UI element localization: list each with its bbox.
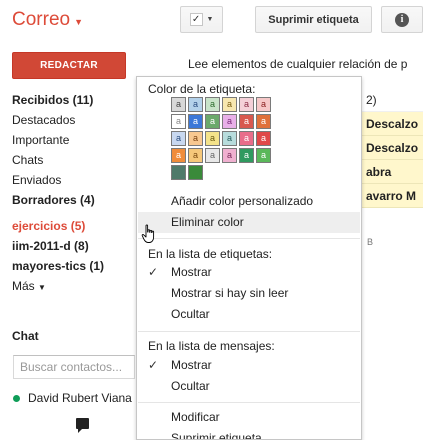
- checkmark-icon: ✓: [148, 358, 159, 372]
- message-row[interactable]: avarro M: [362, 184, 423, 208]
- color-swatch[interactable]: a: [188, 148, 203, 163]
- option-label: Mostrar: [171, 265, 212, 279]
- edit-label-item[interactable]: Modificar: [138, 407, 360, 428]
- sidebar-item-inbox[interactable]: Recibidos (11): [12, 90, 137, 110]
- sidebar-item-sent[interactable]: Enviados: [12, 170, 137, 190]
- online-status-icon: [13, 394, 20, 402]
- color-swatch[interactable]: a: [205, 114, 220, 129]
- color-swatch[interactable]: a: [256, 114, 271, 129]
- label-list-header: En la lista de etiquetas:: [148, 247, 273, 261]
- color-swatch[interactable]: a: [239, 131, 254, 146]
- hand-cursor-icon: [141, 224, 155, 243]
- color-swatch[interactable]: a: [239, 114, 254, 129]
- color-swatch[interactable]: a: [188, 131, 203, 146]
- chevron-down-icon: ▼: [74, 16, 83, 27]
- color-swatch[interactable]: a: [188, 114, 203, 129]
- sidebar-item-drafts[interactable]: Borradores (4): [12, 190, 137, 210]
- select-all-checkbox-button[interactable]: ✓ ▼: [180, 6, 223, 33]
- sidebar-item-important[interactable]: Importante: [12, 130, 137, 150]
- color-swatch-row: aaaaaa: [171, 148, 273, 163]
- sidebar-item-mayores-tics[interactable]: mayores-tics (1): [12, 256, 137, 276]
- checkmark-icon: ✓: [148, 265, 159, 279]
- menu-divider: [138, 238, 360, 239]
- more-label: Más: [12, 279, 35, 293]
- color-swatch[interactable]: a: [256, 148, 271, 163]
- label-list-hide-item[interactable]: Ocultar: [138, 304, 360, 325]
- color-swatch[interactable]: a: [188, 97, 203, 112]
- color-swatch-row: [171, 165, 205, 180]
- info-icon: i: [395, 12, 409, 27]
- message-list-hide-item[interactable]: Ocultar: [138, 376, 360, 397]
- sidebar-item-more[interactable]: Más ▼: [12, 276, 137, 296]
- color-swatch[interactable]: a: [239, 148, 254, 163]
- color-swatch[interactable]: a: [222, 148, 237, 163]
- chevron-down-icon: ▼: [206, 16, 214, 23]
- chevron-down-icon: ▼: [38, 283, 46, 292]
- color-swatch[interactable]: a: [256, 97, 271, 112]
- label-list-show-unread-item[interactable]: Mostrar si hay sin leer: [138, 283, 360, 304]
- color-swatch[interactable]: a: [239, 97, 254, 112]
- message-row[interactable]: 2): [362, 88, 423, 112]
- color-swatch-row: aaaaaa: [171, 97, 273, 112]
- color-swatch[interactable]: a: [171, 131, 186, 146]
- message-snippet: B: [367, 237, 374, 247]
- chat-title: Chat: [12, 329, 39, 343]
- label-options-menu: Color de la etiqueta: aaaaaaaaaaaaaaaaaa…: [136, 76, 362, 440]
- message-list-header: En la lista de mensajes:: [148, 339, 275, 353]
- color-swatch-row: aaaaaa: [171, 114, 273, 129]
- color-swatch[interactable]: [188, 165, 203, 180]
- sidebar-item-ejercicios[interactable]: ejercicios (5): [12, 216, 137, 236]
- message-row[interactable]: Descalzo: [362, 112, 423, 136]
- color-swatch[interactable]: a: [171, 114, 186, 129]
- sidebar-item-starred[interactable]: Destacados: [12, 110, 137, 130]
- color-swatch[interactable]: a: [256, 131, 271, 146]
- label-description: Lee elementos de cualquier relación de p: [188, 57, 408, 71]
- option-label: Mostrar: [171, 358, 212, 372]
- message-list-show-item[interactable]: ✓ Mostrar: [138, 355, 360, 376]
- brand-label: Correo: [12, 9, 71, 30]
- menu-divider: [138, 331, 360, 332]
- contact-name: David Rubert Viana: [28, 391, 132, 405]
- color-swatch[interactable]: a: [205, 97, 220, 112]
- color-swatch[interactable]: a: [171, 148, 186, 163]
- sidebar-item-iim-2011-d[interactable]: iim-2011-d (8): [12, 236, 137, 256]
- compose-button[interactable]: REDACTAR: [12, 52, 126, 79]
- color-swatch[interactable]: a: [205, 148, 220, 163]
- chat-bubble-icon[interactable]: [76, 418, 89, 433]
- color-swatch-row: aaaaaa: [171, 131, 273, 146]
- add-custom-color-item[interactable]: Añadir color personalizado: [138, 191, 360, 212]
- color-swatch[interactable]: a: [171, 97, 186, 112]
- more-info-button[interactable]: i: [381, 6, 423, 33]
- color-swatch[interactable]: a: [222, 97, 237, 112]
- label-list-show-item[interactable]: ✓ Mostrar: [138, 262, 360, 283]
- color-section-header: Color de la etiqueta:: [148, 82, 256, 96]
- sidebar-nav: Recibidos (11) Destacados Importante Cha…: [12, 90, 137, 296]
- menu-divider: [138, 402, 360, 403]
- color-swatch[interactable]: [171, 165, 186, 180]
- color-swatch[interactable]: a: [222, 131, 237, 146]
- remove-label-button[interactable]: Suprimir etiqueta: [255, 6, 372, 33]
- message-row[interactable]: abra: [362, 160, 423, 184]
- color-swatch[interactable]: a: [205, 131, 220, 146]
- delete-label-item[interactable]: Suprimir etiqueta: [138, 428, 360, 439]
- remove-color-item[interactable]: Eliminar color: [138, 212, 360, 233]
- sidebar-item-chats[interactable]: Chats: [12, 150, 137, 170]
- mail-app-menu[interactable]: Correo ▼: [12, 9, 83, 31]
- chat-search-input[interactable]: [13, 355, 135, 379]
- message-row[interactable]: Descalzo: [362, 136, 423, 160]
- chat-contact[interactable]: David Rubert Viana: [13, 391, 132, 405]
- checkbox-icon: ✓: [189, 13, 203, 26]
- color-swatch[interactable]: a: [222, 114, 237, 129]
